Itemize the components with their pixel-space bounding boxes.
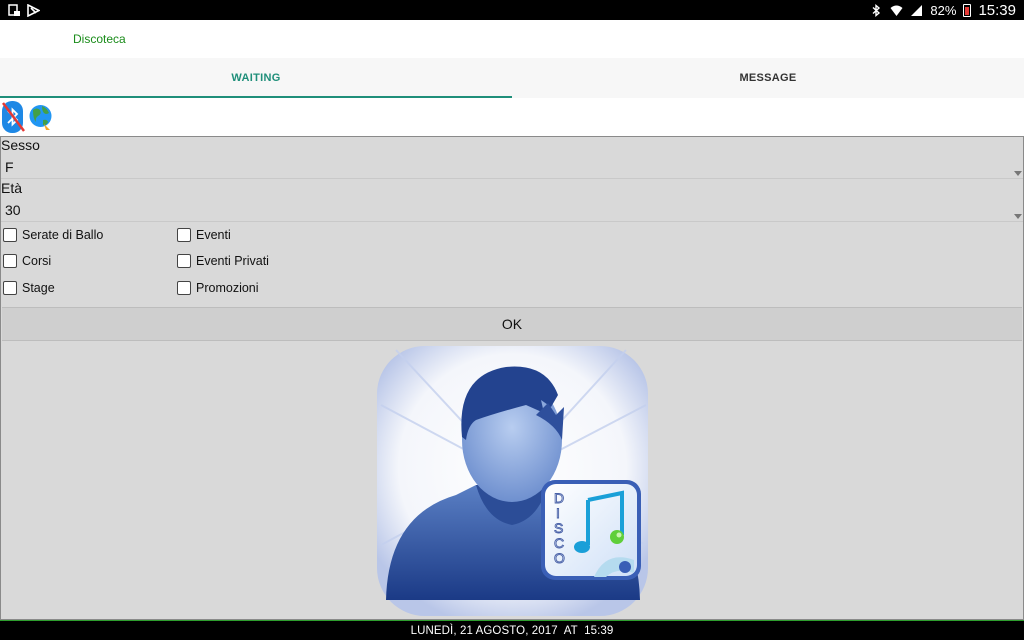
globe-icon xyxy=(28,100,53,134)
footer-datetime: LUNEDÌ, 21 AGOSTO, 2017 AT 15:39 xyxy=(410,624,614,637)
checkbox-label: Promozioni xyxy=(196,281,259,295)
connection-status-row xyxy=(0,98,1024,136)
disco-app-logo: D I S C O xyxy=(376,345,649,617)
tab-bar: WAITING MESSAGE xyxy=(0,58,1024,98)
signal-icon xyxy=(910,4,923,17)
tab-waiting[interactable]: WAITING xyxy=(0,58,512,98)
footer-datetime-bar: LUNEDÌ, 21 AGOSTO, 2017 AT 15:39 xyxy=(0,620,1024,640)
wifi-icon xyxy=(890,4,903,17)
checkbox-box[interactable] xyxy=(3,228,17,242)
checkbox-box[interactable] xyxy=(3,254,17,268)
checkbox-label: Serate di Ballo xyxy=(22,228,104,242)
form-panel: Sesso F Età 30 Serate di Ballo Eventi Co… xyxy=(0,136,1024,620)
ok-button[interactable]: OK xyxy=(2,307,1022,341)
notification-flag-icon xyxy=(27,3,40,17)
checkbox-label: Stage xyxy=(22,281,55,295)
checkbox-eventi[interactable]: Eventi xyxy=(177,228,231,242)
screenshot-icon xyxy=(8,3,21,17)
bluetooth-icon xyxy=(870,3,883,17)
sesso-label: Sesso xyxy=(1,137,40,153)
checkbox-box[interactable] xyxy=(177,281,191,295)
checkbox-corsi[interactable]: Corsi xyxy=(3,254,51,268)
logo-badge-letter: C xyxy=(554,535,564,551)
checkbox-box[interactable] xyxy=(3,281,17,295)
battery-percent: 82% xyxy=(930,2,957,18)
tab-message[interactable]: MESSAGE xyxy=(512,58,1024,98)
checkbox-label: Corsi xyxy=(22,254,52,268)
logo-badge-letter: S xyxy=(554,520,563,536)
checkbox-label: Eventi Privati xyxy=(196,254,269,268)
logo-badge-letter: I xyxy=(556,505,560,521)
sesso-spinner[interactable]: F xyxy=(1,155,1023,179)
logo-badge-letter: O xyxy=(554,550,565,566)
checkbox-label: Eventi xyxy=(196,228,231,242)
eta-label: Età xyxy=(1,180,23,196)
checkbox-box[interactable] xyxy=(177,228,191,242)
app-title: Discoteca xyxy=(73,32,126,46)
status-time: 15:39 xyxy=(978,1,1016,19)
checkbox-stage[interactable]: Stage xyxy=(3,281,55,295)
checkbox-eventi-privati[interactable]: Eventi Privati xyxy=(177,254,269,268)
logo-badge-letter: D xyxy=(554,490,564,506)
eta-dropdown-arrow-icon xyxy=(1014,214,1022,219)
sesso-value: F xyxy=(5,159,14,175)
app-bar: Discoteca xyxy=(0,20,1024,58)
checkbox-box[interactable] xyxy=(177,254,191,268)
battery-icon xyxy=(963,3,972,17)
status-bar-right: 82% 15:39 xyxy=(870,2,1016,19)
status-bar-left xyxy=(8,3,40,17)
status-bar: 82% 15:39 xyxy=(0,0,1024,20)
eta-value: 30 xyxy=(5,202,21,218)
eta-spinner[interactable]: 30 xyxy=(1,198,1023,222)
checkbox-promozioni[interactable]: Promozioni xyxy=(177,281,259,295)
sesso-dropdown-arrow-icon xyxy=(1014,171,1022,176)
checkbox-serate-di-ballo[interactable]: Serate di Ballo xyxy=(3,228,103,242)
bluetooth-disabled-icon xyxy=(1,100,26,134)
